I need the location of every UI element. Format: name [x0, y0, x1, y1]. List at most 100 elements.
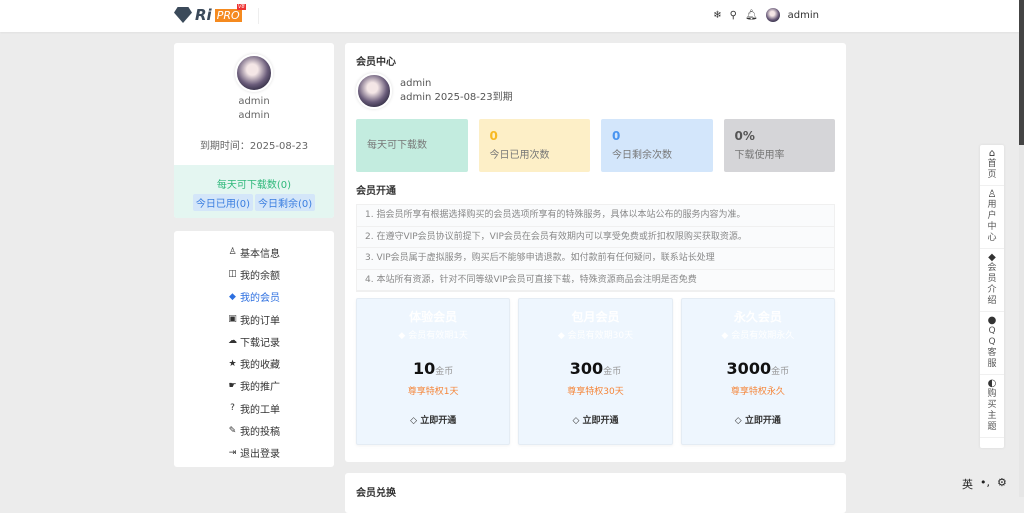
plan-perk: 尊享特权永久 [730, 387, 785, 397]
sidebar-item-label: 我的投稿 [240, 427, 280, 439]
float-item-label: 用户中心 [987, 200, 997, 243]
sidebar-item[interactable]: ☛ 我的推广 [174, 375, 334, 397]
header-username[interactable]: admin [788, 10, 819, 21]
sidebar-item[interactable]: ◫ 我的余额 [174, 263, 334, 285]
home-icon: ⌂ [988, 148, 996, 159]
member-name: admin [400, 78, 432, 89]
sidebar-item[interactable]: ⇥ 退出登录 [174, 442, 334, 464]
gem-logo-icon [174, 7, 192, 23]
float-item[interactable]: ● QQ客服 [980, 312, 1004, 375]
diamond-icon: ◇ [734, 416, 745, 426]
plan-validity: 会员有效期1天 [408, 331, 468, 341]
bell-icon[interactable]: 🔔︎ [745, 10, 758, 21]
profile-card: admin admin 到期时间：2025-08-23 每天可下载数(0) 今日… [174, 43, 334, 218]
expire-date: 到期时间：2025-08-23 [199, 141, 309, 152]
edit-icon: ✎ [228, 425, 237, 436]
sidebar-item[interactable]: ? 我的工单 [174, 397, 334, 419]
user-icon: ♙ [228, 247, 237, 258]
scrollbar-thumb[interactable] [1019, 0, 1024, 145]
open-plan-button[interactable]: ◇ 立即开通 [682, 413, 834, 426]
avatar [235, 54, 273, 92]
plan-title: 体验会员 [409, 310, 458, 324]
stat-card: 0 今日已用次数 [478, 119, 590, 172]
sidebar-item-label: 我的订单 [240, 315, 280, 327]
avatar[interactable] [765, 8, 780, 22]
sidebar-menu: ♙ 基本信息 ◫ 我的余额 ◆ 我的会员 ▣ 我的订单 ☁ 下载记录 ★ 我的收藏 ☛ 我的推广? 我的工单… [174, 231, 334, 467]
stat-card: 0% 下载使用率 [723, 119, 835, 172]
hand-icon: ☛ [228, 380, 237, 391]
diamond-icon: ◇ [410, 416, 421, 426]
plan-perk: 尊享特权1天 [407, 387, 459, 397]
sidebar-item[interactable]: ♙ 基本信息 [174, 241, 334, 263]
plan-title: 永久会员 [733, 310, 782, 324]
site-logo[interactable]: Ri PRO V8 [174, 3, 246, 24]
price-unit: 金币 [771, 367, 790, 377]
stat-value: 0% [734, 129, 755, 143]
ime-punct[interactable]: •, [980, 476, 990, 492]
sidebar-item-label: 我的余额 [240, 270, 280, 282]
term-item: 3. VIP会员属于虚拟服务，购买后不能够申请退款。如付款前有任何疑问，联系站长… [357, 248, 834, 270]
diamond-icon: ◆ [988, 252, 996, 263]
used-today-badge: 今日已用(0) [192, 194, 253, 211]
profile-subname: admin [238, 110, 270, 121]
float-item-label: 购买主题 [987, 389, 997, 432]
float-item[interactable]: ◐ 购买主题 [980, 375, 1004, 438]
search-icon[interactable]: ⚲ [730, 10, 737, 21]
float-item[interactable]: ♙ 用户中心 [980, 186, 1004, 249]
plan-list: 体验会员 ◆ 会员有效期1天 10金币 尊享特权1天 ◇ 立即开通 包月会员 ◆ 会员有效期… [356, 298, 835, 445]
ime-lang[interactable]: 英 [962, 476, 973, 492]
open-plan-button[interactable]: ◇ 立即开通 [357, 413, 509, 426]
theme-icon: ◐ [987, 378, 997, 389]
member-expiry: admin 2025-08-23到期 [400, 92, 513, 103]
member-user: admin admin 2025-08-23到期 [356, 73, 835, 109]
bag-icon: ▣ [228, 314, 237, 325]
float-item[interactable]: ◆ 会员介绍 [980, 249, 1004, 312]
top-header: Ri PRO V8 ❄ ⚲ 🔔︎ admin [0, 0, 1019, 32]
left-today-badge: 今日剩余(0) [255, 194, 316, 211]
sidebar-item-label: 我的推广 [240, 382, 280, 394]
stat-value: 0 [612, 129, 621, 143]
plan-validity: 会员有效期30天 [567, 331, 634, 341]
open-plan-button[interactable]: ◇ 立即开通 [519, 413, 671, 426]
sidebar-item-label: 我的收藏 [240, 360, 280, 372]
term-item: 1. 指会员所享有根据选择购买的会员选项所享有的特殊服务，具体以本站公布的服务内… [357, 205, 834, 227]
sidebar-item-label: 退出登录 [240, 449, 280, 461]
diamond-icon: ◇ [572, 416, 583, 426]
profile-name: admin [238, 96, 270, 107]
sidebar-item-label: 我的工单 [240, 404, 280, 416]
float-item-label: 首页 [987, 159, 997, 180]
snowflake-icon[interactable]: ❄ [713, 10, 721, 21]
diamond-icon: ◆ [398, 331, 409, 341]
diamond-icon: ◆ [557, 331, 568, 341]
sidebar-item[interactable]: ✎ 我的投稿 [174, 419, 334, 441]
plan-card: 体验会员 ◆ 会员有效期1天 10金币 尊享特权1天 ◇ 立即开通 [356, 298, 511, 445]
ime-toolbar: 英 •, ⚙ [962, 476, 1007, 492]
float-item[interactable]: ⌂ 首页 [980, 145, 1004, 186]
star-icon: ★ [228, 358, 237, 369]
question-icon: ? [230, 403, 235, 414]
plan-price: 300 [569, 359, 604, 378]
download-info: 每天可下载数(0) 今日已用(0) 今日剩余(0) [174, 165, 334, 218]
sidebar-item[interactable]: ★ 我的收藏 [174, 352, 334, 374]
sidebar-item[interactable]: ◆ 我的会员 [174, 286, 334, 308]
scrollbar[interactable] [1019, 0, 1024, 497]
stat-card: 每天可下载数 [356, 119, 468, 172]
qq-icon: ● [987, 315, 997, 326]
daily-downloads: 每天可下载数(0) [216, 180, 292, 191]
float-item-label: QQ客服 [987, 326, 997, 369]
sidebar-item[interactable]: ☁ 下载记录 [174, 330, 334, 352]
stats-row: 每天可下载数 0 今日已用次数 0 今日剩余次数 0% 下载使用率 [356, 119, 835, 172]
stat-value: 0 [489, 129, 498, 143]
gear-icon[interactable]: ⚙ [997, 476, 1007, 492]
price-unit: 金币 [603, 367, 622, 377]
plan-price: 3000 [726, 359, 772, 378]
diamond-icon: ◆ [229, 291, 236, 302]
stat-label: 今日已用次数 [489, 150, 550, 161]
user-icon: ♙ [987, 189, 997, 200]
plan-price: 10 [413, 359, 436, 378]
member-center-panel: 会员中心 admin admin 2025-08-23到期 每天可下载数 0 今日已用… [345, 43, 846, 462]
logout-icon: ⇥ [228, 447, 237, 458]
term-item: 4. 本站所有资源，针对不同等级VIP会员可直接下载，特殊资源商品会注明是否免费 [357, 270, 834, 291]
sidebar-item[interactable]: ▣ 我的订单 [174, 308, 334, 330]
plan-card: 永久会员 ◆ 会员有效期永久 3000金币 尊享特权永久 ◇ 立即开通 [680, 298, 835, 445]
